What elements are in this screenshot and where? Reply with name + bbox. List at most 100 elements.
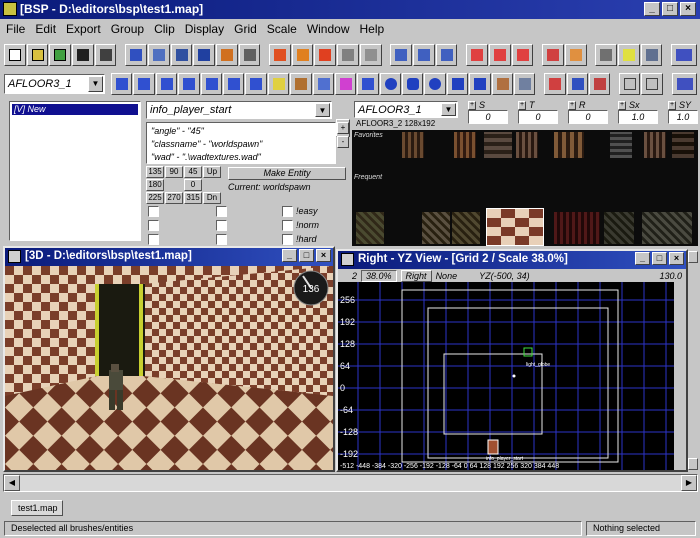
texture-thumb[interactable] — [644, 132, 666, 158]
help-icon[interactable] — [618, 44, 640, 66]
flip-y-button[interactable] — [413, 44, 435, 66]
group-button[interactable] — [491, 73, 514, 95]
property-classname[interactable]: "classname" - "worldspawn" — [151, 138, 331, 151]
menu-group[interactable]: Group — [107, 19, 150, 39]
t-spin-button[interactable]: + — [518, 100, 526, 110]
property-wad[interactable]: "wad" - ".\wadtextures.wad" — [151, 151, 331, 164]
r-spin-button[interactable]: + — [568, 100, 576, 110]
brush-spike-button[interactable] — [222, 73, 245, 95]
texture-thumb[interactable] — [554, 132, 584, 158]
scroll-down-button[interactable] — [688, 458, 698, 470]
room-brush[interactable] — [401, 289, 619, 463]
texture-panel-combo[interactable]: AFLOOR3_1 ▼ — [354, 101, 458, 118]
bookmark-button[interactable] — [566, 73, 588, 95]
angle-0-button[interactable]: 0 — [184, 179, 202, 191]
close-button[interactable]: × — [316, 249, 331, 262]
face-tool-button[interactable] — [170, 44, 193, 66]
texture-thumb[interactable] — [516, 132, 538, 158]
texture-apply-button[interactable] — [671, 73, 697, 95]
flag-checkbox-5[interactable] — [216, 220, 227, 231]
flag-easy-checkbox[interactable] — [282, 206, 293, 217]
chevron-down-icon[interactable]: ▼ — [315, 103, 330, 117]
view-orientation-button[interactable]: Right — [400, 269, 432, 282]
brush-wedge-button[interactable] — [133, 73, 155, 95]
menu-display[interactable]: Display — [181, 19, 230, 39]
minimize-button[interactable]: _ — [644, 2, 660, 16]
tetra-button[interactable] — [469, 73, 491, 95]
entity-tree[interactable]: [V] New — [9, 101, 141, 241]
load-button[interactable] — [49, 44, 72, 66]
flip-z-button[interactable] — [435, 44, 458, 66]
options-button[interactable] — [595, 44, 618, 66]
select-tool-button[interactable] — [125, 44, 147, 66]
flag-hard-checkbox[interactable] — [282, 234, 293, 245]
menu-edit[interactable]: Edit — [31, 19, 62, 39]
menu-help[interactable]: Help — [356, 19, 391, 39]
sx-spin-button[interactable]: + — [618, 100, 626, 110]
texture-thumb[interactable] — [610, 132, 632, 158]
view-3d-canvas[interactable]: 136 — [5, 266, 333, 470]
grid-size-value[interactable]: 2 — [352, 271, 357, 281]
scale-value[interactable]: 38.0% — [361, 269, 397, 282]
snap-mode-value[interactable]: None — [436, 271, 458, 281]
flag-checkbox-2[interactable] — [148, 220, 159, 231]
maximize-button[interactable]: □ — [662, 2, 678, 16]
minimize-button[interactable]: _ — [635, 252, 650, 265]
brush-stairs-button[interactable] — [178, 73, 200, 95]
menu-clip[interactable]: Clip — [150, 19, 181, 39]
compile-button[interactable] — [542, 44, 564, 66]
add-property-button[interactable]: + — [337, 122, 349, 134]
open-file-button[interactable] — [26, 44, 49, 66]
angle-90-button[interactable]: 90 — [165, 166, 183, 178]
flag-norm-checkbox[interactable] — [282, 220, 293, 231]
render-button[interactable] — [619, 73, 641, 95]
angle-225-button[interactable]: 225 — [146, 192, 164, 204]
brush-cube-button[interactable] — [111, 73, 133, 95]
texture-thumb[interactable] — [604, 212, 634, 244]
texture-thumb[interactable] — [452, 212, 480, 244]
clone-button[interactable] — [337, 44, 359, 66]
texture-thumb[interactable] — [672, 132, 694, 158]
menu-file[interactable]: File — [2, 19, 31, 39]
main-scrollbar[interactable]: ◀ ▶ — [3, 474, 698, 492]
model-entity-button[interactable] — [312, 73, 334, 95]
light-entity-box[interactable] — [523, 347, 533, 357]
scroll-left-button[interactable]: ◀ — [4, 475, 20, 491]
sy-field[interactable]: 1.0 — [668, 110, 698, 124]
paste-button[interactable] — [314, 44, 337, 66]
marker-button[interactable] — [588, 73, 611, 95]
new-file-button[interactable] — [4, 44, 26, 66]
tab-test1-map[interactable]: test1.map — [11, 500, 63, 516]
brush-cylinder-button[interactable] — [155, 73, 178, 95]
save-as-button[interactable] — [94, 44, 117, 66]
angle-135-button[interactable]: 135 — [146, 166, 164, 178]
minimize-button[interactable]: _ — [282, 249, 297, 262]
texture-thumb[interactable] — [356, 212, 384, 244]
texture-lock-button[interactable] — [238, 44, 261, 66]
chevron-down-icon[interactable]: ▼ — [441, 103, 456, 116]
view-2d-scrollbar[interactable] — [688, 249, 698, 472]
flag-checkbox-1[interactable] — [148, 206, 159, 217]
texture-thumb[interactable] — [484, 132, 512, 158]
menu-window[interactable]: Window — [303, 19, 356, 39]
run-button[interactable] — [564, 44, 587, 66]
menu-scale[interactable]: Scale — [263, 19, 303, 39]
angle-up-button[interactable]: Up — [203, 166, 221, 178]
cut-button[interactable] — [269, 44, 291, 66]
preview-button[interactable] — [641, 73, 663, 95]
vertex-tool-button[interactable] — [147, 44, 170, 66]
delete-button[interactable] — [514, 73, 536, 95]
door-entity-button[interactable] — [290, 73, 312, 95]
save-button[interactable] — [72, 44, 94, 66]
r-field[interactable]: 0 — [568, 110, 608, 124]
maximize-button[interactable]: □ — [299, 249, 314, 262]
close-button[interactable]: × — [680, 2, 696, 16]
texture-thumb[interactable] — [554, 212, 600, 244]
texture-thumb[interactable] — [402, 132, 424, 158]
angle-dn-button[interactable]: Dn — [203, 192, 221, 204]
flip-x-button[interactable] — [390, 44, 413, 66]
brush-arch-button[interactable] — [200, 73, 222, 95]
rotate-y-button[interactable] — [488, 44, 511, 66]
about-button[interactable] — [640, 44, 663, 66]
view-2d-canvas[interactable]: light_globe info_player_start 256 192 12… — [338, 282, 674, 470]
